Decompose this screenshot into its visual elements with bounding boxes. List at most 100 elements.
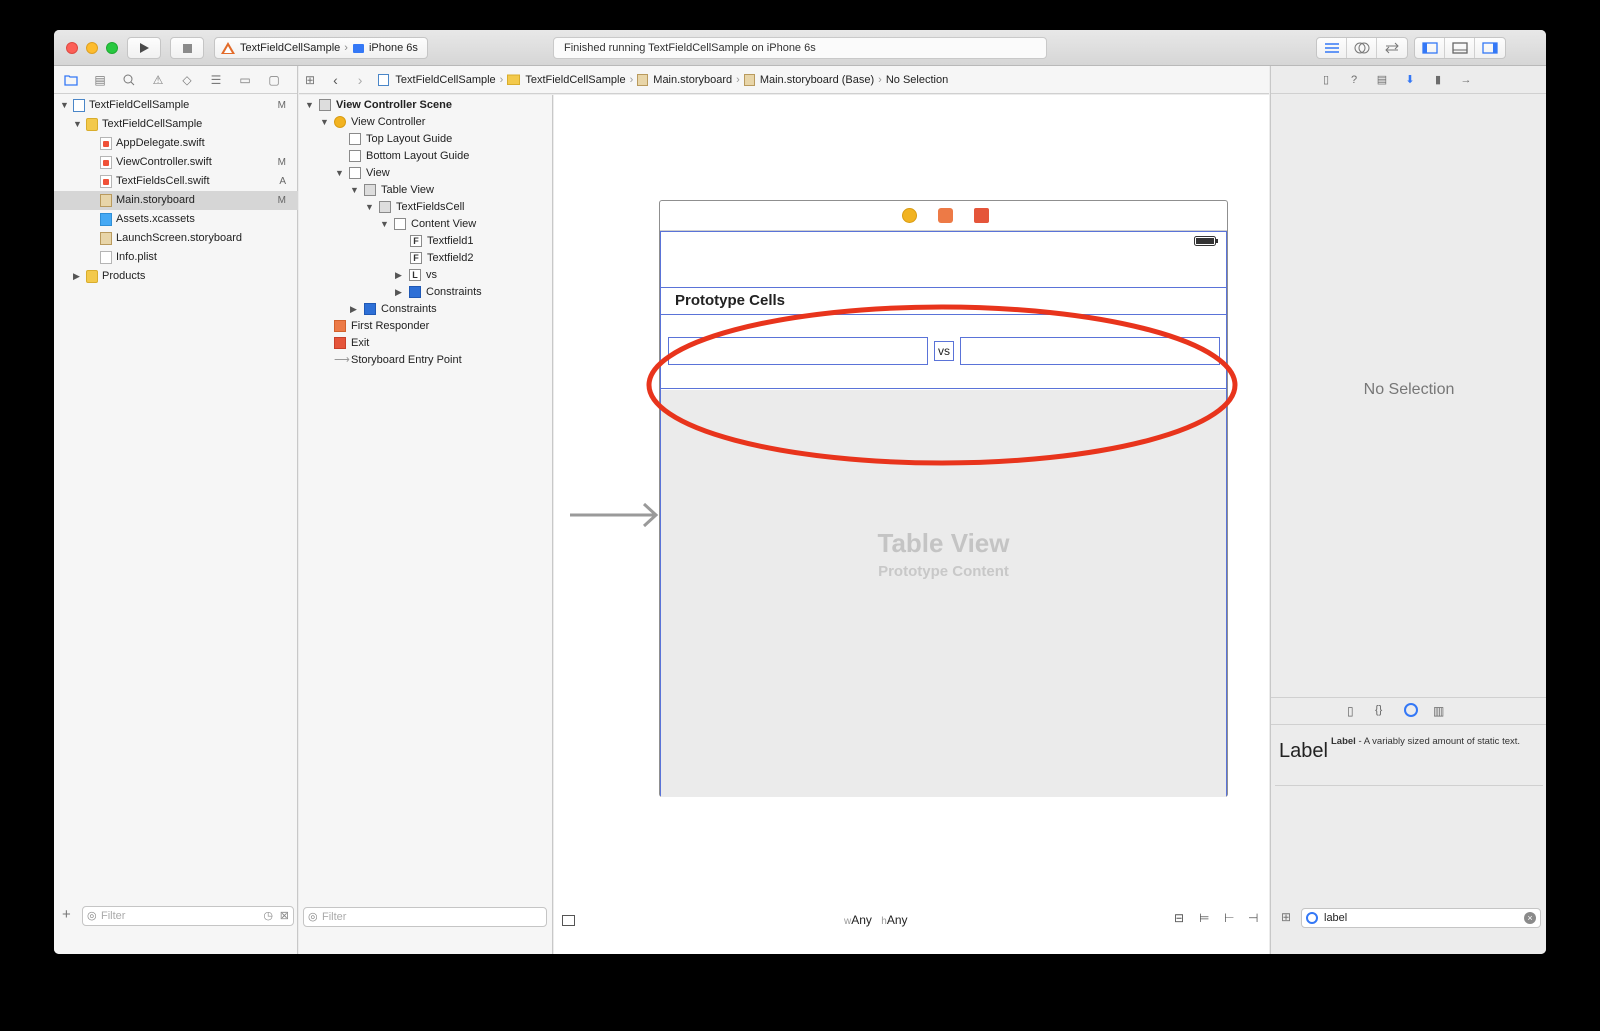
outline-item-table-view[interactable]: ▼ Table View (350, 182, 434, 199)
nav-item-file[interactable]: TextFieldsCell.swift A (54, 172, 298, 191)
object-library-icon[interactable] (1404, 703, 1418, 717)
table-view-icon (364, 184, 376, 196)
disclosure-closed-icon[interactable]: ▶ (73, 267, 80, 286)
library-item-label[interactable]: Label Label - A variably sized amount of… (1275, 726, 1543, 786)
nav-item-file[interactable]: AppDelegate.swift (54, 134, 298, 153)
media-library-icon[interactable]: ▥ (1433, 704, 1444, 718)
view-toggle-control[interactable] (1414, 37, 1506, 59)
outline-item-view-controller[interactable]: ▼ View Controller (320, 114, 425, 131)
hierarchy-icon[interactable]: ▤ (93, 73, 107, 87)
outline-item-view[interactable]: ▼ View (335, 165, 390, 182)
outline-toggle-icon[interactable] (562, 915, 575, 926)
storyboard-canvas[interactable]: Prototype Cells vs Table View Prototype … (554, 95, 1269, 954)
search-icon[interactable] (122, 73, 136, 87)
disclosure-open-icon[interactable]: ▼ (380, 219, 389, 229)
align-icon[interactable]: ⊨ (1199, 911, 1209, 925)
grid-view-icon[interactable]: ⊞ (1281, 910, 1291, 924)
connections-inspector-icon[interactable]: → (1459, 73, 1473, 87)
view-controller-icon[interactable] (902, 208, 917, 223)
project-icon (73, 99, 85, 112)
disclosure-open-icon[interactable]: ▼ (365, 202, 374, 212)
minimize-window-button[interactable] (86, 42, 98, 54)
disclosure-open-icon[interactable]: ▼ (305, 100, 314, 110)
breadcrumb-item[interactable]: TextFieldCellSample (525, 74, 625, 86)
standard-editor-icon[interactable] (1317, 38, 1347, 58)
outline-filter-input[interactable]: ◎ Filter (303, 907, 547, 927)
nav-item-file[interactable]: Assets.xcassets (54, 210, 298, 229)
editor-mode-control[interactable] (1316, 37, 1408, 59)
disclosure-open-icon[interactable]: ▼ (320, 117, 329, 127)
outline-item-scene[interactable]: ▼ View Controller Scene (305, 97, 452, 114)
outline-item-cell[interactable]: ▼ TextFieldsCell (365, 199, 464, 216)
disclosure-closed-icon[interactable]: ▶ (395, 270, 402, 280)
tag-icon[interactable]: ▭ (238, 73, 252, 87)
file-template-icon[interactable]: ▯ (1347, 704, 1354, 718)
disclosure-closed-icon[interactable]: ▶ (395, 287, 402, 297)
pin-icon[interactable]: ⊢ (1224, 911, 1234, 925)
navigator-toggle-icon[interactable] (1415, 38, 1445, 58)
disclosure-open-icon[interactable]: ▼ (60, 96, 69, 115)
stack-view-icon[interactable]: ⊟ (1174, 911, 1184, 925)
outline-item-constraints[interactable]: ▶ Constraints (350, 301, 437, 318)
navigator-filter-input[interactable]: ◎ Filter ◷ ⊠ (82, 906, 294, 926)
disclosure-closed-icon[interactable]: ▶ (350, 304, 357, 314)
stop-button[interactable] (170, 37, 204, 59)
disclosure-open-icon[interactable]: ▼ (335, 168, 344, 178)
disclosure-open-icon[interactable]: ▼ (73, 115, 82, 134)
close-window-button[interactable] (66, 42, 78, 54)
diamond-icon[interactable]: ◇ (180, 73, 194, 87)
nav-item-file[interactable]: ViewController.swift M (54, 153, 298, 172)
outline-item-constraints[interactable]: ▶ Constraints (395, 284, 482, 301)
nav-item-file[interactable]: LaunchScreen.storyboard (54, 229, 298, 248)
breadcrumb-item[interactable]: No Selection (886, 74, 948, 86)
nav-item-file-selected[interactable]: Main.storyboard M (54, 191, 298, 210)
zoom-window-button[interactable] (106, 42, 118, 54)
assistant-editor-icon[interactable] (1347, 38, 1377, 58)
library-search-input[interactable]: label × (1301, 908, 1541, 928)
nav-item-group[interactable]: ▶ Products (54, 267, 298, 286)
breadcrumb-item[interactable]: TextFieldCellSample (395, 74, 495, 86)
run-button[interactable] (127, 37, 161, 59)
outline-item-content-view[interactable]: ▼ Content View (380, 216, 476, 233)
exit-icon[interactable] (974, 208, 989, 223)
list-icon[interactable]: ☰ (209, 73, 223, 87)
nav-item-file[interactable]: Info.plist (54, 248, 298, 267)
attributes-inspector-icon[interactable]: ⬇ (1403, 73, 1417, 87)
code-snippet-icon[interactable]: {} (1375, 704, 1382, 716)
scheme-selector[interactable]: TextFieldCellSample › iPhone 6s (214, 37, 428, 59)
back-icon[interactable]: ‹ (333, 72, 338, 88)
scm-badge: M (277, 100, 286, 111)
storyboard-entry-arrow[interactable] (568, 500, 660, 530)
scm-filter-icon[interactable]: ⊠ (280, 907, 289, 925)
size-class-control[interactable]: wAny hAny (844, 913, 908, 927)
nav-item-label: ViewController.swift (116, 156, 212, 168)
forward-icon[interactable]: › (358, 72, 363, 88)
breadcrumb-item[interactable]: Main.storyboard (653, 74, 732, 86)
quick-help-icon[interactable]: ? (1347, 73, 1361, 87)
file-inspector-icon[interactable]: ▯ (1319, 73, 1333, 87)
simulator-icon (352, 44, 364, 53)
clear-search-icon[interactable]: × (1524, 912, 1536, 924)
text-field-icon: F (410, 252, 422, 264)
clock-icon[interactable]: ◷ (263, 907, 273, 925)
comment-icon[interactable]: ▢ (267, 73, 281, 87)
version-editor-icon[interactable] (1377, 38, 1407, 58)
nav-item-group[interactable]: ▼ TextFieldCellSample (54, 115, 298, 134)
breadcrumb-item[interactable]: Main.storyboard (Base) (760, 74, 874, 86)
folder-icon[interactable] (64, 73, 78, 87)
warning-icon[interactable]: ⚠ (151, 73, 165, 87)
utilities-toggle-icon[interactable] (1475, 38, 1505, 58)
disclosure-open-icon[interactable]: ▼ (350, 185, 359, 195)
outline-item-label-vs[interactable]: ▶ L vs (395, 267, 437, 284)
outline-item-entry-point[interactable]: ⟶ Storyboard Entry Point (334, 352, 462, 369)
identity-inspector-icon[interactable]: ▤ (1375, 73, 1389, 87)
debug-area-toggle-icon[interactable] (1445, 38, 1475, 58)
add-icon[interactable]: + (62, 906, 71, 923)
resolve-issues-icon[interactable]: ⊣ (1248, 911, 1258, 925)
view-controller-scene[interactable]: Prototype Cells vs Table View Prototype … (659, 200, 1228, 797)
related-items-icon[interactable]: ⊞ (305, 73, 315, 87)
nav-item-project[interactable]: ▼ TextFieldCellSample M (54, 96, 298, 115)
first-responder-icon[interactable] (938, 208, 953, 223)
size-inspector-icon[interactable]: ▮ (1431, 73, 1445, 87)
document-outline: ▼ View Controller Scene ▼ View Controlle… (299, 95, 553, 954)
